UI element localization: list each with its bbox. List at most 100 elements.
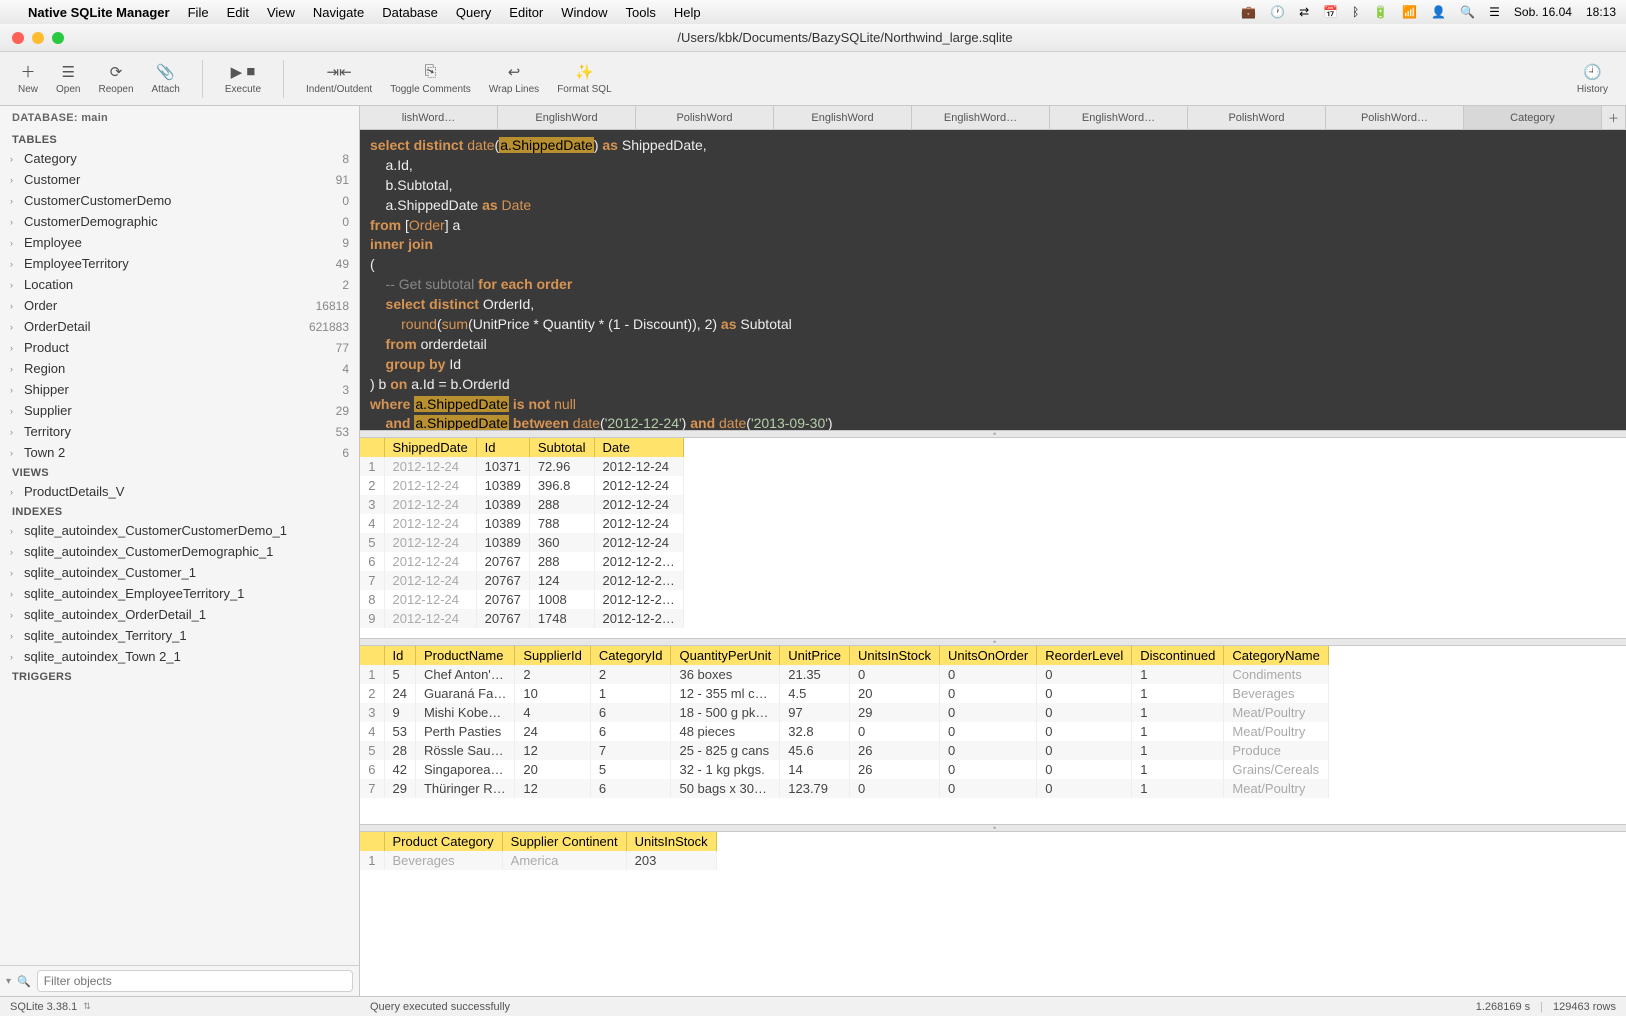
bluetooth-icon[interactable]: ᛒ [1352, 5, 1359, 19]
format-sql-button[interactable]: ✨Format SQL [551, 61, 617, 97]
table-row[interactable]: 39Mishi Kobe…4618 - 500 g pk…9729001Meat… [360, 703, 1328, 722]
dropdown-icon[interactable]: ▾ [6, 976, 11, 987]
new-button[interactable]: ＋New [12, 61, 44, 97]
table-item[interactable]: ›Region4 [0, 358, 359, 379]
sync-off-icon[interactable]: ⇄ [1299, 5, 1309, 19]
splitter-2[interactable] [360, 638, 1626, 646]
tab-4[interactable]: EnglishWord… [912, 106, 1050, 129]
wifi-icon[interactable]: 📶 [1402, 5, 1417, 19]
table-row[interactable]: 1BeveragesAmerica203 [360, 851, 716, 870]
menubar-date[interactable]: Sob. 16.04 [1514, 5, 1572, 19]
minimize-icon[interactable] [32, 32, 44, 44]
table-row[interactable]: 453Perth Pasties24648 pieces32.80001Meat… [360, 722, 1328, 741]
index-item[interactable]: ›sqlite_autoindex_Customer_1 [0, 562, 359, 583]
menu-editor[interactable]: Editor [509, 5, 543, 20]
filter-input[interactable] [37, 970, 353, 992]
results-grid-3[interactable]: Product CategorySupplier ContinentUnitsI… [360, 832, 1626, 882]
results-grid-1[interactable]: ShippedDateIdSubtotalDate12012-12-241037… [360, 438, 1626, 638]
table-item[interactable]: ›Town 26 [0, 442, 359, 463]
sqlite-version[interactable]: SQLite 3.38.1 [10, 1001, 77, 1013]
index-item[interactable]: ›sqlite_autoindex_CustomerCustomerDemo_1 [0, 520, 359, 541]
control-center-icon[interactable]: ☰ [1489, 5, 1500, 19]
column-header[interactable]: UnitsOnOrder [939, 646, 1036, 665]
results-grid-2[interactable]: IdProductNameSupplierIdCategoryIdQuantit… [360, 646, 1626, 824]
column-header[interactable]: UnitPrice [780, 646, 850, 665]
table-item[interactable]: ›Shipper3 [0, 379, 359, 400]
table-item[interactable]: ›Employee9 [0, 232, 359, 253]
menubar-time[interactable]: 18:13 [1586, 5, 1616, 19]
splitter-3[interactable] [360, 824, 1626, 832]
tab-5[interactable]: EnglishWord… [1050, 106, 1188, 129]
column-header[interactable]: Date [594, 438, 683, 457]
wrap-lines-button[interactable]: ↩Wrap Lines [483, 61, 545, 97]
reopen-button[interactable]: ⟳Reopen [92, 61, 139, 97]
timemachine-icon[interactable]: 🕐 [1270, 5, 1285, 19]
spotlight-icon[interactable]: 🔍 [1460, 5, 1475, 19]
table-row[interactable]: 224Guaraná Fa…10112 - 355 ml c…4.520001B… [360, 684, 1328, 703]
menu-tools[interactable]: Tools [626, 5, 656, 20]
index-item[interactable]: ›sqlite_autoindex_EmployeeTerritory_1 [0, 583, 359, 604]
zoom-icon[interactable] [52, 32, 64, 44]
table-row[interactable]: 52012-12-24103893602012-12-24 [360, 533, 683, 552]
column-header[interactable]: CategoryId [590, 646, 671, 665]
menu-file[interactable]: File [188, 5, 209, 20]
column-header[interactable] [360, 646, 384, 665]
column-header[interactable]: SupplierId [515, 646, 591, 665]
menu-navigate[interactable]: Navigate [313, 5, 364, 20]
new-tab-button[interactable]: ＋ [1602, 106, 1626, 129]
column-header[interactable] [360, 832, 384, 851]
menu-view[interactable]: View [267, 5, 295, 20]
table-row[interactable]: 15Chef Anton'…2236 boxes21.350001Condime… [360, 665, 1328, 684]
table-item[interactable]: ›Category8 [0, 148, 359, 169]
column-header[interactable]: Subtotal [529, 438, 594, 457]
column-header[interactable]: ReorderLevel [1037, 646, 1132, 665]
attach-button[interactable]: 📎Attach [146, 61, 186, 97]
table-item[interactable]: ›CustomerDemographic0 [0, 211, 359, 232]
column-header[interactable]: QuantityPerUnit [671, 646, 780, 665]
tab-6[interactable]: PolishWord [1188, 106, 1326, 129]
account-icon[interactable]: 👤 [1431, 5, 1446, 19]
splitter-1[interactable] [360, 430, 1626, 438]
tab-7[interactable]: PolishWord… [1326, 106, 1464, 129]
index-item[interactable]: ›sqlite_autoindex_OrderDetail_1 [0, 604, 359, 625]
column-header[interactable]: UnitsInStock [626, 832, 716, 851]
menu-database[interactable]: Database [382, 5, 438, 20]
history-button[interactable]: 🕘History [1571, 61, 1614, 97]
open-button[interactable]: ☰Open [50, 61, 86, 97]
menu-help[interactable]: Help [674, 5, 701, 20]
tab-0[interactable]: lishWord… [360, 106, 498, 129]
tab-8[interactable]: Category [1464, 106, 1602, 129]
tab-3[interactable]: EnglishWord [774, 106, 912, 129]
version-stepper-icon[interactable]: ⇅ [83, 1001, 91, 1012]
column-header[interactable]: CategoryName [1224, 646, 1328, 665]
view-item[interactable]: ›ProductDetails_V [0, 481, 359, 502]
table-row[interactable]: 92012-12-242076717482012-12-2… [360, 609, 683, 628]
execute-button[interactable]: ▶■ Execute [219, 61, 267, 97]
table-item[interactable]: ›Order16818 [0, 295, 359, 316]
table-item[interactable]: ›Product77 [0, 337, 359, 358]
table-item[interactable]: ›Location2 [0, 274, 359, 295]
table-row[interactable]: 729Thüringer R…12650 bags x 30…123.79000… [360, 779, 1328, 798]
column-header[interactable]: Id [384, 646, 415, 665]
table-row[interactable]: 22012-12-2410389396.82012-12-24 [360, 476, 683, 495]
table-row[interactable]: 12012-12-241037172.962012-12-24 [360, 457, 683, 476]
table-item[interactable]: ›Territory53 [0, 421, 359, 442]
index-item[interactable]: ›sqlite_autoindex_CustomerDemographic_1 [0, 541, 359, 562]
battery-icon[interactable]: 🔋 [1373, 5, 1388, 19]
table-item[interactable]: ›Customer91 [0, 169, 359, 190]
app-name[interactable]: Native SQLite Manager [28, 5, 170, 20]
table-row[interactable]: 72012-12-24207671242012-12-2… [360, 571, 683, 590]
menu-query[interactable]: Query [456, 5, 491, 20]
table-item[interactable]: ›Supplier29 [0, 400, 359, 421]
toggle-comments-button[interactable]: ⎘Toggle Comments [384, 61, 477, 97]
index-item[interactable]: ›sqlite_autoindex_Town 2_1 [0, 646, 359, 667]
column-header[interactable]: UnitsInStock [850, 646, 940, 665]
table-row[interactable]: 82012-12-242076710082012-12-2… [360, 590, 683, 609]
table-item[interactable]: ›OrderDetail621883 [0, 316, 359, 337]
tab-1[interactable]: EnglishWord [498, 106, 636, 129]
table-item[interactable]: ›CustomerCustomerDemo0 [0, 190, 359, 211]
tab-2[interactable]: PolishWord [636, 106, 774, 129]
calendar-icon[interactable]: 📅 [1323, 5, 1338, 19]
briefcase-icon[interactable]: 💼 [1241, 5, 1256, 19]
column-header[interactable]: Discontinued [1132, 646, 1224, 665]
